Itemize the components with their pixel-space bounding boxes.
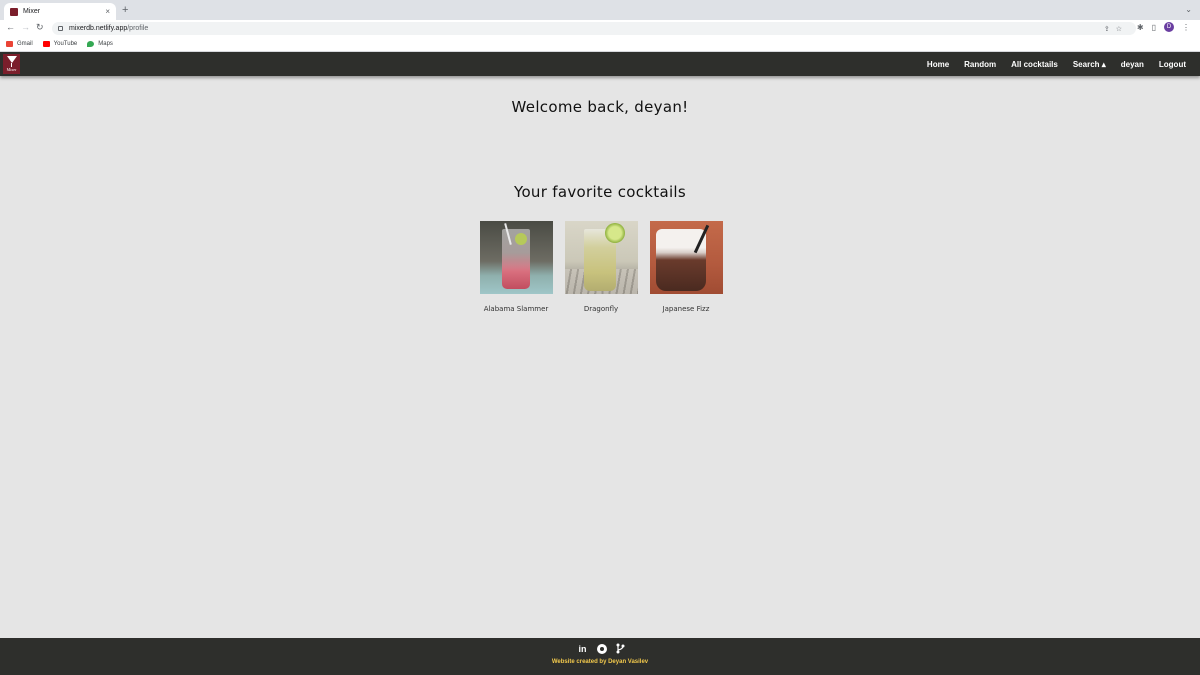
profile-avatar[interactable]: D xyxy=(1164,22,1174,32)
browser-tab[interactable]: Mixer × xyxy=(4,3,116,20)
side-panel-icon[interactable]: ▯ xyxy=(1152,23,1156,32)
browser-toolbar: ← → ↻ mixerdb.netlify.app/profile ⇪ ☆ ✱ … xyxy=(0,20,1200,37)
github-icon[interactable] xyxy=(596,643,607,654)
footer-social-links: in xyxy=(577,643,626,654)
maps-pin-icon xyxy=(87,41,95,47)
cocktail-image[interactable] xyxy=(479,221,553,294)
mixer-logo[interactable]: Mixer xyxy=(3,54,20,74)
bookmark-youtube[interactable]: YouTube xyxy=(42,41,78,47)
favorites-heading: Your favorite cocktails xyxy=(513,183,686,201)
bookmark-gmail[interactable]: Gmail xyxy=(6,41,33,47)
nav-home[interactable]: Home xyxy=(927,60,949,69)
url-host: mixerdb.netlify.app xyxy=(69,25,128,32)
back-arrow-icon[interactable]: ← xyxy=(6,22,15,32)
browser-tab-strip: Mixer × + ⌄ xyxy=(0,0,1200,20)
nav-all-cocktails[interactable]: All cocktails xyxy=(1011,60,1058,69)
bookmark-label: Maps xyxy=(98,41,113,47)
cocktail-name[interactable]: Japanese Fizz xyxy=(663,305,710,313)
bookmark-label: Gmail xyxy=(17,41,33,47)
extensions-puzzle-icon[interactable]: ✱ xyxy=(1137,23,1144,32)
tab-search-chevron-icon[interactable]: ⌄ xyxy=(1185,5,1192,14)
tab-title: Mixer xyxy=(23,8,41,15)
footer-credit: Website created by Deyan Vasilev xyxy=(551,659,649,665)
cocktail-image[interactable] xyxy=(564,221,638,294)
lime-shape xyxy=(604,223,625,243)
nav-logout[interactable]: Logout xyxy=(1159,60,1186,69)
lime-shape xyxy=(514,233,527,245)
glass-shape xyxy=(655,229,706,291)
close-tab-icon[interactable]: × xyxy=(105,7,110,16)
cocktail-card-alabama-slammer[interactable]: Alabama Slammer xyxy=(478,221,554,313)
site-navbar: Mixer Home Random All cocktails Search ▴… xyxy=(0,52,1200,76)
linkedin-icon[interactable]: in xyxy=(577,643,588,654)
cocktail-glass-icon xyxy=(6,56,17,63)
new-tab-button[interactable]: + xyxy=(122,4,128,16)
reload-icon[interactable]: ↻ xyxy=(36,22,44,33)
mixer-favicon-icon xyxy=(10,7,18,16)
bookmark-maps[interactable]: Maps xyxy=(87,41,113,47)
cocktail-card-japanese-fizz[interactable]: Japanese Fizz xyxy=(648,221,724,313)
nav-search-dropdown[interactable]: Search ▴ xyxy=(1073,60,1106,69)
cocktail-card-dragonfly[interactable]: Dragonfly xyxy=(563,221,639,313)
cocktail-name[interactable]: Alabama Slammer xyxy=(484,305,549,313)
gmail-icon xyxy=(6,41,13,47)
address-bar[interactable]: mixerdb.netlify.app/profile ⇪ ☆ xyxy=(52,22,1136,35)
cocktail-name[interactable]: Dragonfly xyxy=(584,305,618,313)
nav-random[interactable]: Random xyxy=(964,60,996,69)
bookmark-star-icon[interactable]: ☆ xyxy=(1116,25,1122,33)
forward-arrow-icon[interactable]: → xyxy=(21,22,30,32)
favorites-list: Alabama Slammer Dragonfly Japanese Fizz xyxy=(478,221,724,313)
url-path: /profile xyxy=(127,25,149,32)
cocktail-image[interactable] xyxy=(649,221,723,294)
bookmarks-bar: Gmail YouTube Maps xyxy=(0,37,1200,52)
menu-kebab-icon[interactable]: ⋮ xyxy=(1182,23,1190,32)
welcome-heading: Welcome back, deyan! xyxy=(511,98,689,116)
nav-user-profile[interactable]: deyan xyxy=(1121,60,1144,69)
nav-links: Home Random All cocktails Search ▴ deyan… xyxy=(927,52,1200,76)
lock-icon xyxy=(58,26,63,31)
share-icon[interactable]: ⇪ xyxy=(1104,25,1110,33)
bookmark-label: YouTube xyxy=(53,41,78,47)
git-branch-icon[interactable] xyxy=(615,643,626,654)
youtube-icon xyxy=(42,41,50,47)
site-footer: in Website created by Deyan Vasilev xyxy=(0,638,1200,675)
logo-text: Mixer xyxy=(6,67,17,72)
